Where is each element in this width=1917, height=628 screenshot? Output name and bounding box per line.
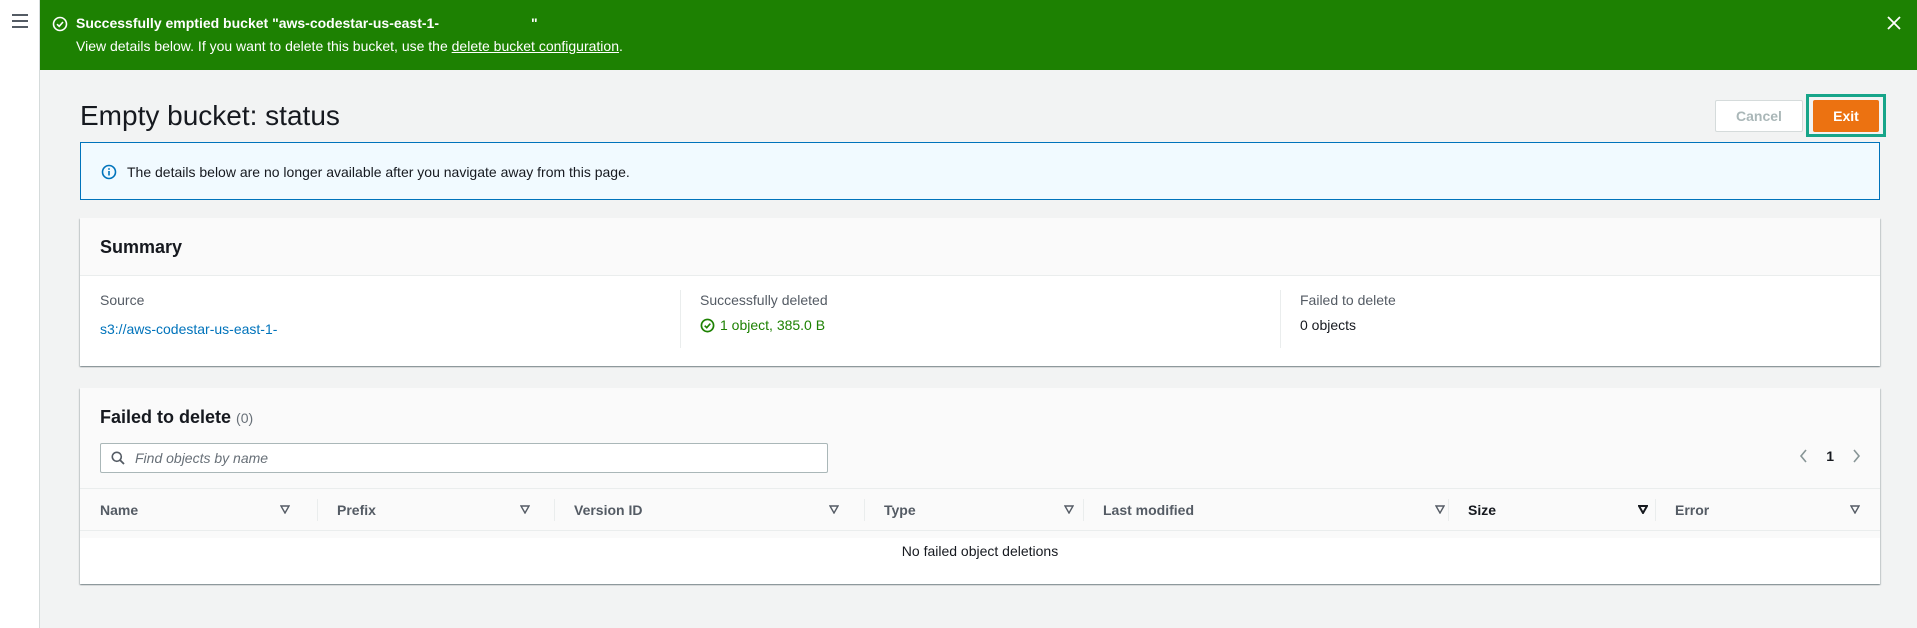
sort-icon	[520, 505, 530, 514]
delete-bucket-configuration-link[interactable]: delete bucket configuration	[452, 38, 619, 54]
summary-heading: Summary	[100, 237, 183, 257]
column-header-error[interactable]: Error	[1675, 489, 1870, 531]
close-icon[interactable]	[1885, 14, 1903, 32]
failed-value: 0 objects	[1300, 317, 1357, 333]
chevron-right-icon[interactable]	[1850, 448, 1862, 464]
summary-divider	[680, 290, 681, 348]
empty-table-message: No failed object deletions	[901, 543, 1059, 559]
column-divider	[1448, 499, 1449, 521]
search-icon	[111, 451, 125, 465]
failed-heading: Failed to delete (0)	[100, 407, 253, 428]
sort-icon	[280, 505, 290, 514]
search-box[interactable]	[100, 443, 828, 473]
column-header-size[interactable]: Size	[1468, 489, 1658, 531]
sort-icon	[829, 505, 839, 514]
column-header-prefix[interactable]: Prefix	[337, 489, 540, 531]
column-divider	[1083, 499, 1084, 521]
flash-title: Successfully emptied bucket "aws-codesta…	[76, 15, 538, 31]
column-label: Last modified	[1103, 502, 1195, 518]
info-icon	[101, 164, 117, 180]
column-divider	[317, 499, 318, 521]
deleted-value-text: 1 object, 385.0 B	[720, 317, 826, 333]
column-label: Size	[1468, 502, 1497, 518]
alert-message: The details below are no longer availabl…	[127, 164, 630, 180]
sort-icon	[1435, 505, 1445, 514]
summary-header: Summary	[80, 218, 1880, 276]
failed-count: (0)	[236, 410, 254, 426]
exit-button[interactable]: Exit	[1813, 100, 1879, 132]
column-label: Prefix	[337, 502, 376, 518]
deleted-label: Successfully deleted	[700, 292, 828, 308]
cancel-button[interactable]: Cancel	[1715, 100, 1803, 132]
column-divider	[864, 499, 865, 521]
menu-icon[interactable]	[12, 14, 28, 28]
column-divider	[1655, 499, 1656, 521]
failed-to-delete-panel: Failed to delete (0) 1 Name Prefix Versi…	[80, 388, 1880, 584]
side-rail	[0, 0, 40, 628]
page-number[interactable]: 1	[1826, 448, 1834, 464]
summary-divider	[1280, 290, 1281, 348]
column-label: Type	[884, 502, 916, 518]
column-header-version-id[interactable]: Version ID	[574, 489, 849, 531]
table-header: Name Prefix Version ID Type Last modifie…	[80, 488, 1880, 531]
column-header-type[interactable]: Type	[884, 489, 1084, 531]
info-alert: The details below are no longer availabl…	[80, 142, 1880, 200]
success-flash-banner: Successfully emptied bucket "aws-codesta…	[40, 0, 1917, 70]
page-title: Empty bucket: status	[80, 100, 340, 131]
flash-detail-text: View details below. If you want to delet…	[76, 38, 452, 54]
deleted-value: 1 object, 385.0 B	[700, 317, 1300, 333]
column-label: Version ID	[574, 502, 643, 518]
failed-label: Failed to delete	[1300, 292, 1396, 308]
source-link[interactable]: s3://aws-codestar-us-east-1-	[100, 321, 700, 337]
summary-panel: Summary Source s3://aws-codestar-us-east…	[80, 218, 1880, 366]
flash-title-text: Successfully emptied bucket "aws-codesta…	[76, 15, 439, 31]
search-input[interactable]	[135, 448, 815, 468]
column-header-last-modified[interactable]: Last modified	[1103, 489, 1455, 531]
flash-title-end: "	[531, 15, 538, 31]
column-label: Error	[1675, 502, 1710, 518]
flash-detail: View details below. If you want to delet…	[76, 38, 623, 54]
source-label: Source	[100, 292, 145, 308]
failed-heading-text: Failed to delete	[100, 407, 232, 427]
column-label: Name	[100, 502, 139, 518]
check-circle-icon	[52, 16, 68, 32]
sort-icon	[1638, 505, 1648, 514]
sort-icon	[1850, 505, 1860, 514]
chevron-left-icon[interactable]	[1798, 448, 1810, 464]
source-column: Source s3://aws-codestar-us-east-1-	[100, 292, 700, 337]
column-divider	[554, 499, 555, 521]
pagination: 1	[1798, 448, 1862, 464]
sort-icon	[1064, 505, 1074, 514]
failed-column: Failed to delete 0 objects	[1300, 292, 1900, 333]
success-check-icon	[700, 318, 715, 332]
deleted-column: Successfully deleted 1 object, 385.0 B	[700, 292, 1300, 333]
column-header-name[interactable]: Name	[100, 489, 300, 531]
flash-detail-suffix: .	[618, 38, 623, 54]
